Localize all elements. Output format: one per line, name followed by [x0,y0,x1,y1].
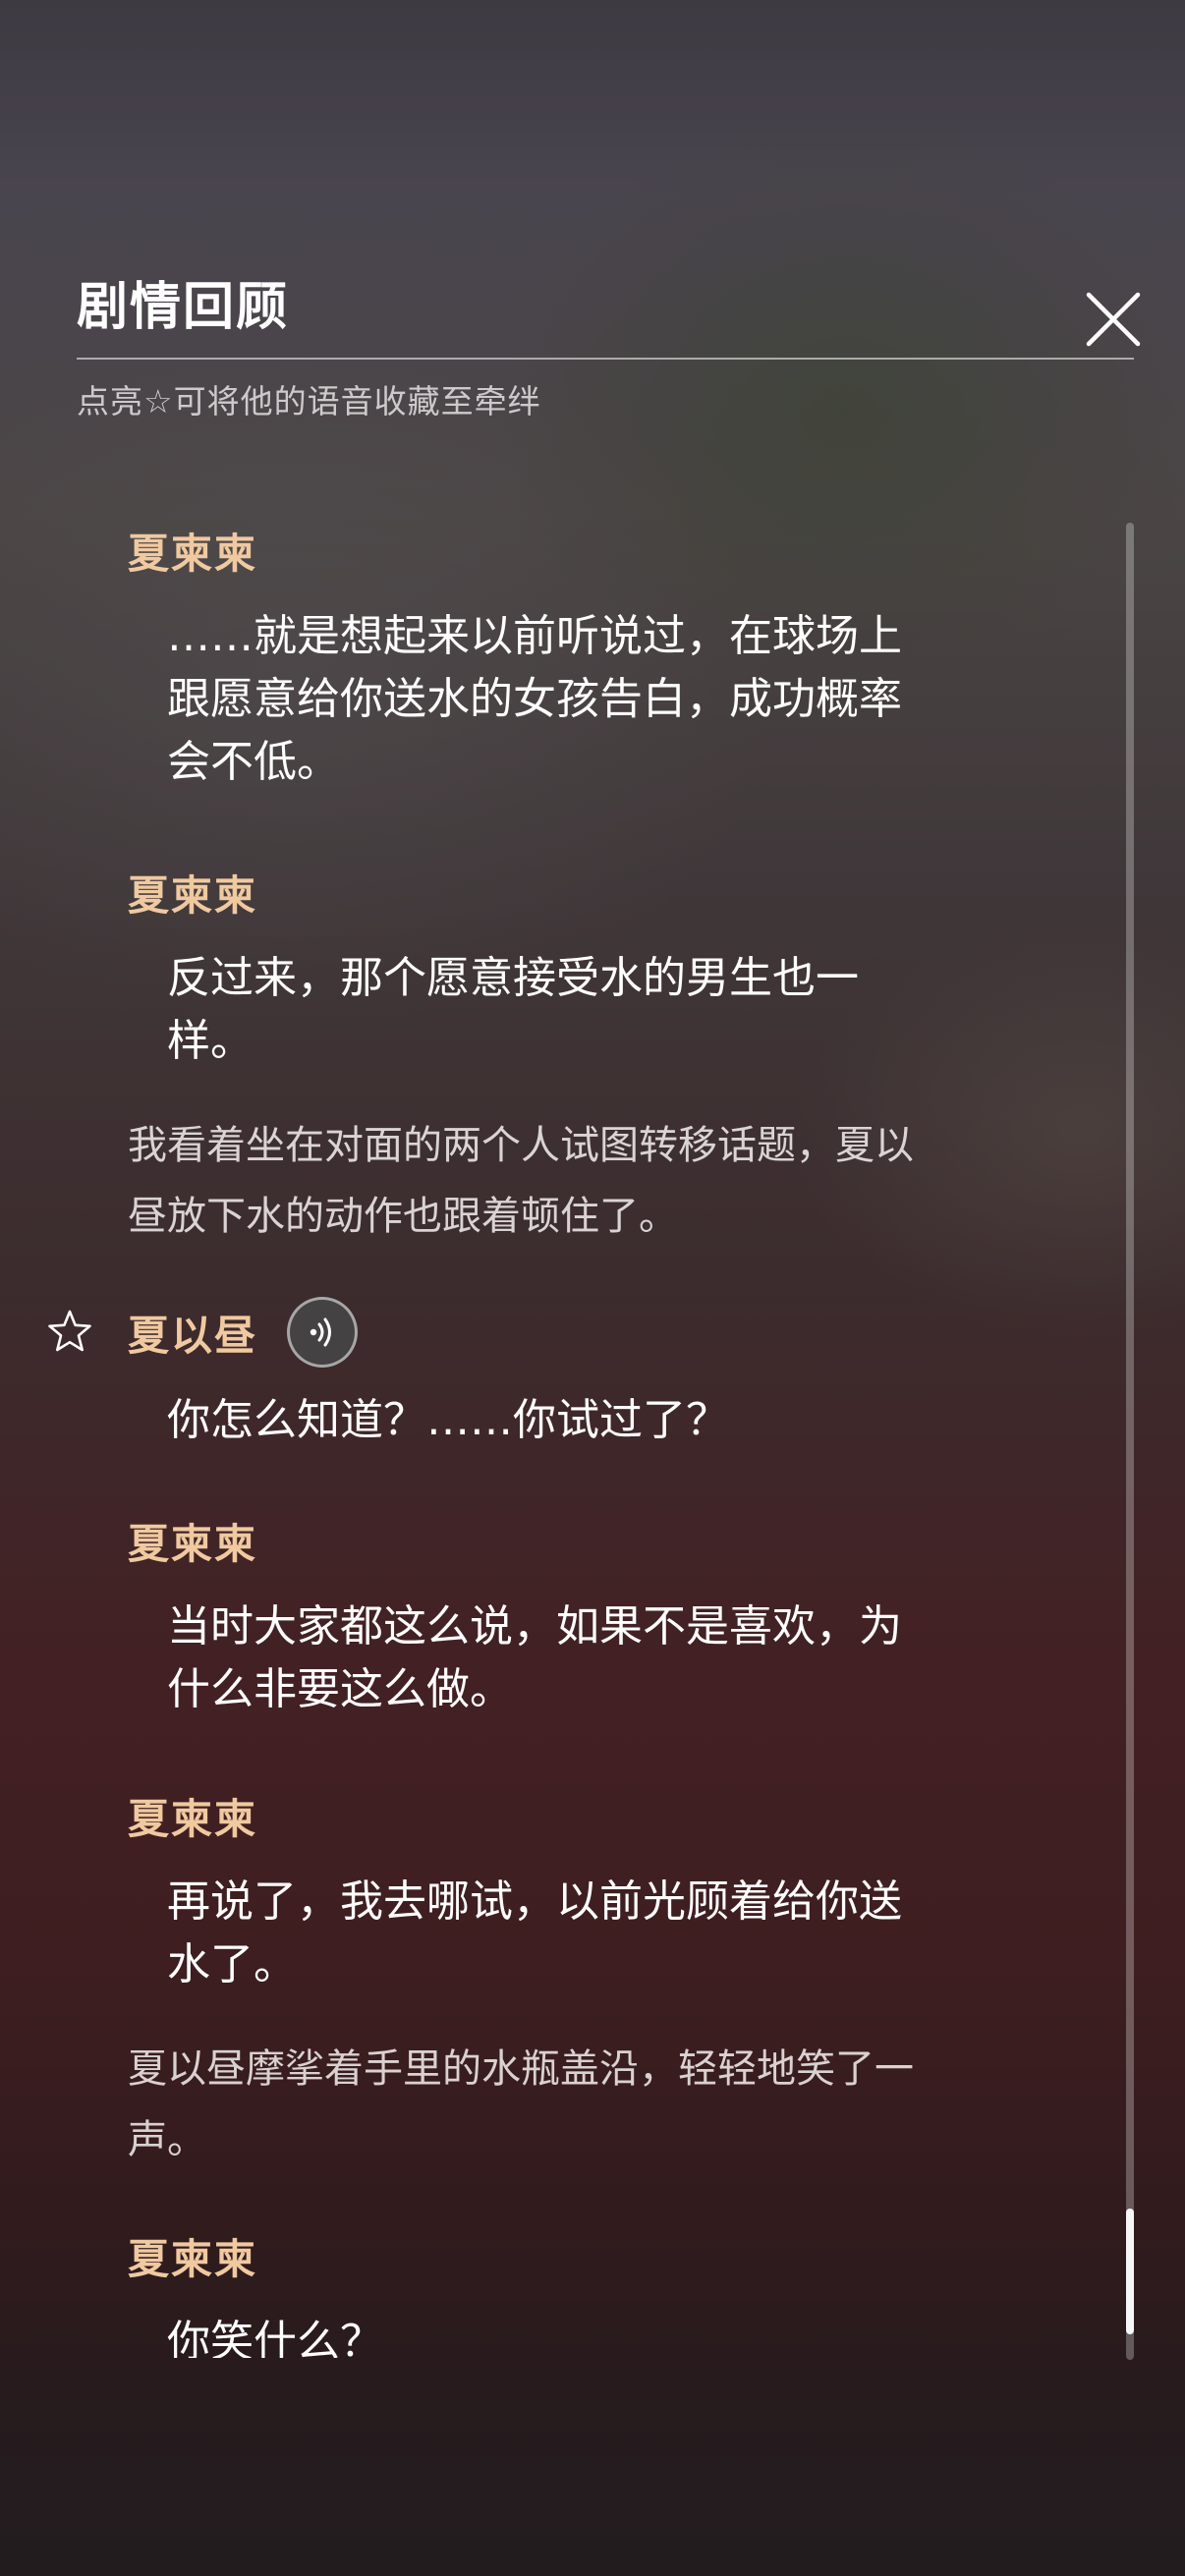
narration-text: 我看着坐在对面的两个人试图转移话题，夏以 昼放下水的动作也跟着顿住了。 [128,1110,1032,1252]
dialogue-line: 跟愿意给你送水的女孩告白，成功概率 [167,674,902,724]
star-outline-icon [48,1310,91,1352]
dialogue-text: ……就是想起来以前听说过，在球场上 跟愿意给你送水的女孩告白，成功概率 会不低。 [167,605,1032,794]
scrollbar-track[interactable] [1126,523,1134,2360]
dialogue-line: 水了。 [167,1939,297,1989]
dialogue-text: 你笑什么？ [167,2311,1032,2358]
dialogue-line: 当时大家都这么说，如果不是喜欢，为 [167,1601,902,1652]
close-icon [1086,292,1141,347]
dialogue-line: 反过来，那个愿意接受水的男生也一 [167,953,859,1003]
voice-play-icon [310,1317,331,1347]
dialogue-line: 再说了，我去哪试，以前光顾着给你送 [167,1876,902,1927]
dialogue-line: 样。 [167,1016,254,1066]
narration-text: 夏以昼摩挲着手里的水瓶盖沿，轻轻地笑了一 声。 [128,2034,1032,2175]
dialogue-text: 当时大家都这么说，如果不是喜欢，为 什么非要这么做。 [167,1596,1032,1721]
speaker-name: 夏柬柬 [128,871,258,920]
voice-play-button[interactable] [287,1297,358,1368]
speaker-name: 夏柬柬 [128,1520,258,1568]
dialogue-line: ……就是想起来以前听说过，在球场上 [167,611,902,661]
header-divider [77,358,1134,360]
speaker-name: 夏柬柬 [128,1795,258,1843]
dialogue-line: 你怎么知道？……你试过了？ [167,1395,729,1445]
story-review-panel: 剧情回顾 点亮☆可将他的语音收藏至牵绊 夏柬柬 ……就是想起来以前听说过，在球场… [0,0,1185,2576]
close-button[interactable] [1081,287,1146,352]
scrollbar-thumb[interactable] [1126,2209,1134,2334]
dialogue-line: 什么非要这么做。 [167,1664,513,1714]
narration-line: 昼放下水的动作也跟着顿住了。 [128,1194,678,1239]
page-title: 剧情回顾 [77,277,290,337]
narration-line: 声。 [128,2117,206,2162]
dialogue-line: 你笑什么？ [167,2317,383,2358]
dialogue-line: 会不低。 [167,737,340,787]
narration-line: 我看着坐在对面的两个人试图转移话题，夏以 [128,1123,914,1168]
dialogue-text: 再说了，我去哪试，以前光顾着给你送 水了。 [167,1871,1032,1996]
dialogue-log-list[interactable]: 夏柬柬 ……就是想起来以前听说过，在球场上 跟愿意给你送水的女孩告白，成功概率 … [0,511,1185,2358]
dialogue-text: 反过来，那个愿意接受水的男生也一 样。 [167,947,1032,1073]
dialogue-text: 你怎么知道？……你试过了？ [167,1389,1032,1452]
narration-line: 夏以昼摩挲着手里的水瓶盖沿，轻轻地笑了一 [128,2046,914,2092]
speaker-name: 夏柬柬 [128,2235,258,2283]
speaker-name: 夏柬柬 [128,530,258,578]
favorite-hint: 点亮☆可将他的语音收藏至牵绊 [77,382,541,420]
favorite-star-button[interactable] [47,1309,92,1354]
speaker-name: 夏以昼 [128,1312,258,1360]
